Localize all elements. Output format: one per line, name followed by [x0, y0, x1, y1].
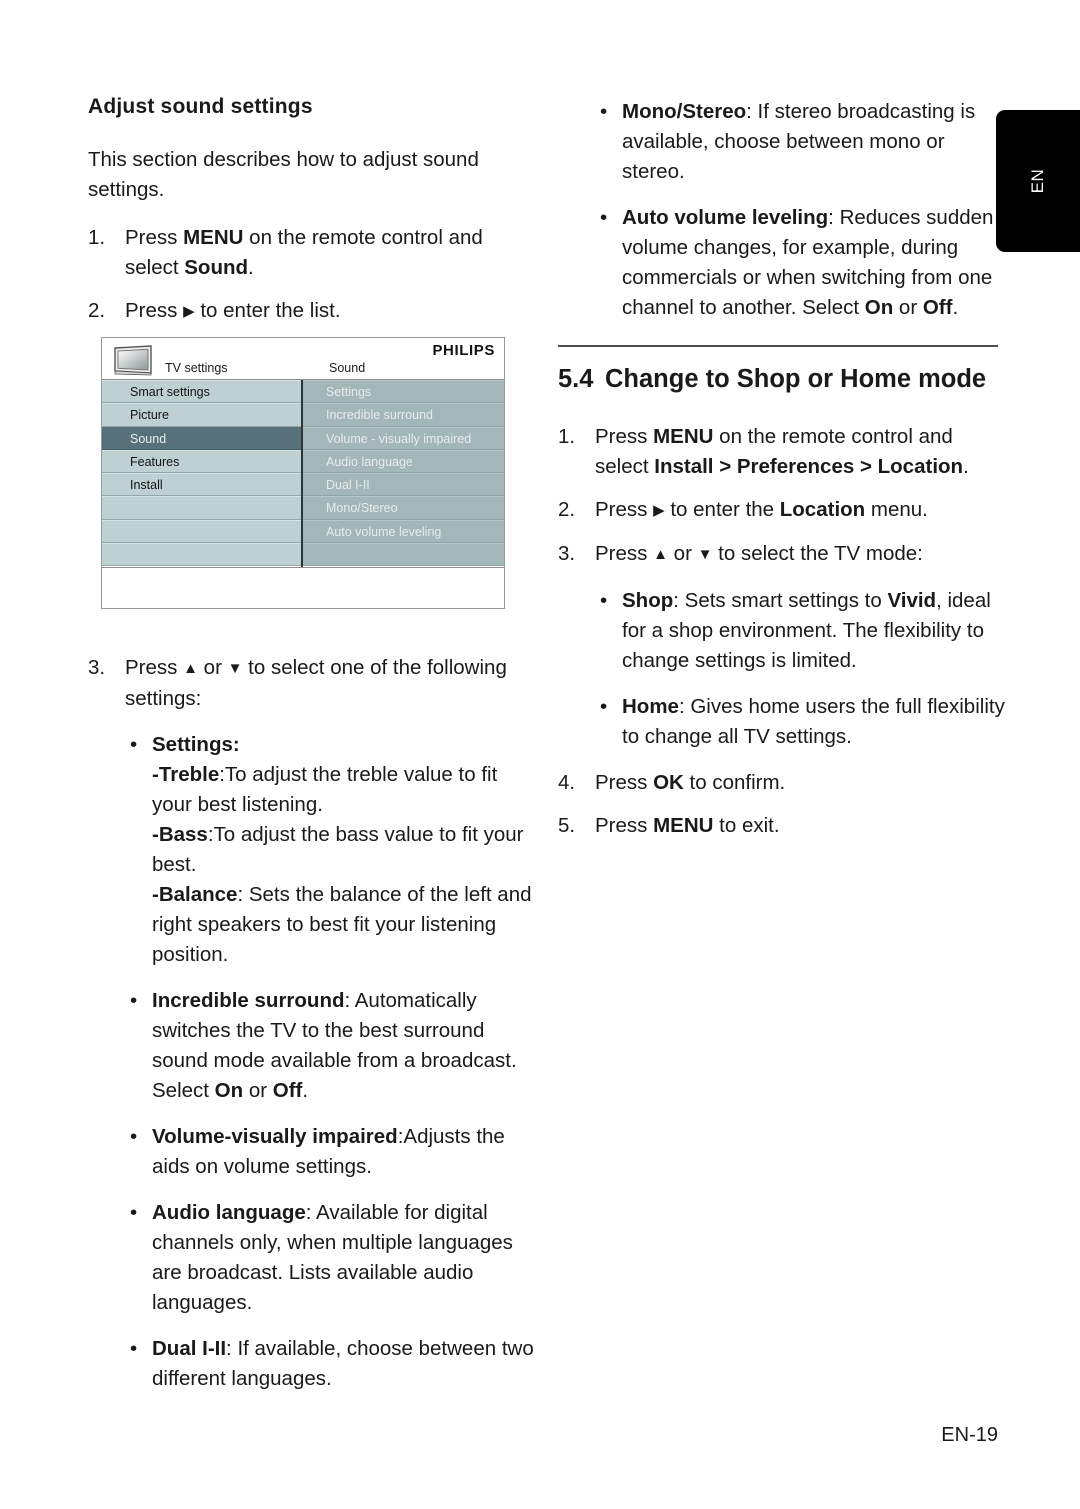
tv-menu-item-empty	[102, 543, 301, 567]
step-number: 1.	[88, 226, 106, 249]
tv-menu-item[interactable]: Auto volume leveling	[303, 519, 504, 544]
step-number: 5.	[558, 814, 576, 837]
step-text: Press OK to confirm.	[595, 771, 786, 794]
bullet-text: Shop: Sets smart settings to Vivid, idea…	[622, 589, 991, 672]
bullet-dual-i-ii: • Dual I-II: If available, choose between…	[128, 1334, 538, 1394]
tv-menu-column-headers: TV settings Sound	[102, 361, 504, 380]
step-text: Press ▶ to enter the Location menu.	[595, 498, 928, 521]
section-title: Change to Shop or Home mode	[605, 365, 987, 393]
sound-option-bullets: • Settings: -Treble:To adjust the treble v…	[88, 730, 538, 1394]
tv-menu-left-list: Smart settings Picture Sound Features Instal…	[102, 380, 303, 567]
bullet-volume-visually-impaired: • Volume-visually impaired:Adjusts the ai…	[128, 1122, 538, 1182]
section-heading: 5.4 Change to Shop or Home mode	[558, 363, 1008, 396]
bullet-text: Settings:	[152, 733, 240, 756]
tv-menu-item-empty	[102, 519, 301, 544]
bullet-text: Auto volume leveling: Reduces sudden vol…	[622, 206, 994, 319]
section-divider	[558, 345, 998, 347]
step-text: Press MENU to exit.	[595, 814, 780, 837]
philips-logo: PHILIPS	[432, 342, 495, 359]
bullet-settings: • Settings: -Treble:To adjust the treble v…	[128, 730, 538, 970]
bullet-dot-icon: •	[600, 695, 608, 718]
step-number: 2.	[88, 299, 106, 322]
bullet-dot-icon: •	[130, 1125, 138, 1148]
bullet-text: Audio language: Available for digital ch…	[152, 1201, 513, 1314]
tv-menu-item[interactable]: Incredible surround	[303, 403, 504, 427]
tv-menu-item[interactable]: Sound	[102, 426, 301, 450]
tv-menu-body: Smart settings Picture Sound Features Instal…	[102, 380, 504, 567]
step-number: 2.	[558, 498, 576, 521]
bullet-shop: • Shop: Sets smart settings to Vivid, ide…	[598, 586, 1008, 676]
bullet-text: Home: Gives home users the full flexibil…	[622, 695, 1005, 748]
sound-option-bullets-continued: • Mono/Stereo: If stereo broadcasting is …	[558, 97, 1008, 323]
step-item: 2. Press ▶ to enter the list.	[88, 296, 538, 327]
right-column: • Mono/Stereo: If stereo broadcasting is …	[558, 97, 1008, 854]
tv-mode-bullets: • Shop: Sets smart settings to Vivid, ide…	[558, 586, 1008, 752]
language-side-tab: EN	[996, 110, 1080, 252]
intro-paragraph: This section describes how to adjust sou…	[88, 148, 479, 201]
tv-menu-item[interactable]: Picture	[102, 403, 301, 427]
step-number: 4.	[558, 771, 576, 794]
left-column: Adjust sound settings This section descr…	[88, 95, 538, 1410]
tv-menu-item-empty	[102, 496, 301, 520]
step-text: Press MENU on the remote control and sel…	[595, 425, 969, 478]
step-item: 1. Press MENU on the remote control and …	[558, 422, 1008, 482]
location-steps-list: 1. Press MENU on the remote control and …	[558, 422, 1008, 570]
tv-menu-item[interactable]: Install	[102, 473, 301, 497]
bullet-dot-icon: •	[130, 1201, 138, 1224]
step-item: 5. Press MENU to exit.	[558, 811, 1008, 841]
step-text: Press ▶ to enter the list.	[125, 299, 341, 322]
sound-steps-list: 1. Press MENU on the remote control and …	[88, 223, 538, 327]
bullet-subline: -Treble:To adjust the treble value to fi…	[152, 763, 498, 816]
tv-menu-item[interactable]: Volume - visually impaired	[303, 426, 504, 450]
tv-menu-item[interactable]: Mono/Stereo	[303, 496, 504, 520]
tv-menu-right-list: Settings Incredible surround Volume - visu…	[303, 380, 504, 567]
step-item: 1. Press MENU on the remote control and …	[88, 223, 538, 283]
bullet-auto-volume-leveling: • Auto volume leveling: Reduces sudden vo…	[598, 203, 1008, 323]
step-text: Press ▲ or ▼ to select the TV mode:	[595, 542, 923, 565]
bullet-subline: -Balance: Sets the balance of the left a…	[152, 883, 532, 966]
bullet-text: Dual I-II: If available, choose between …	[152, 1337, 534, 1390]
step-text: Press ▲ or ▼ to select one of the follow…	[125, 656, 507, 710]
sound-header: Sound	[329, 361, 366, 375]
section-number: 5.4	[558, 365, 594, 393]
bullet-dot-icon: •	[130, 733, 138, 756]
step-number: 3.	[558, 542, 576, 565]
tv-menu-footer-strip	[102, 567, 504, 607]
tv-menu-item[interactable]: Features	[102, 449, 301, 474]
bullet-dot-icon: •	[600, 589, 608, 612]
step-text: Press MENU on the remote control and sel…	[125, 226, 483, 279]
bullet-audio-language: • Audio language: Available for digital c…	[128, 1198, 538, 1318]
tv-menu-item[interactable]: Audio language	[303, 449, 504, 474]
bullet-dot-icon: •	[600, 100, 608, 123]
tv-settings-header: TV settings	[165, 361, 228, 375]
bullet-text: Incredible surround: Automatically switc…	[152, 989, 517, 1102]
tv-menu-item[interactable]: Settings	[303, 380, 504, 404]
bullet-text: Volume-visually impaired:Adjusts the aid…	[152, 1125, 505, 1178]
step-item: 3. Press ▲ or ▼ to select one of the fol…	[88, 653, 538, 714]
bullet-dot-icon: •	[130, 989, 138, 1012]
tv-menu-screenshot: PHILIPS TV settings Sound Smart settings…	[101, 337, 505, 609]
step-number: 3.	[88, 656, 106, 679]
tv-menu-item[interactable]: Smart settings	[102, 380, 301, 404]
bullet-mono-stereo: • Mono/Stereo: If stereo broadcasting is …	[598, 97, 1008, 187]
step-item: 4. Press OK to confirm.	[558, 768, 1008, 798]
bullet-dot-icon: •	[600, 206, 608, 229]
step-item: 2. Press ▶ to enter the Location menu.	[558, 495, 1008, 526]
bullet-dot-icon: •	[130, 1337, 138, 1360]
step-number: 1.	[558, 425, 576, 448]
step-item: 3. Press ▲ or ▼ to select the TV mode:	[558, 539, 1008, 570]
tv-menu-item-empty	[303, 543, 504, 567]
location-steps-list-continued: 4. Press OK to confirm. 5. Press MENU to…	[558, 768, 1008, 841]
sound-settings-detail: 3. Press ▲ or ▼ to select one of the fol…	[88, 653, 538, 1394]
language-side-tab-label: EN	[1028, 168, 1047, 194]
page-title: Adjust sound settings	[88, 95, 313, 118]
bullet-subline: -Bass:To adjust the bass value to fit yo…	[152, 823, 524, 876]
tv-menu-header: PHILIPS TV settings Sound	[102, 338, 504, 380]
bullet-text: Mono/Stereo: If stereo broadcasting is a…	[622, 100, 976, 183]
page-footer: EN-19	[0, 1424, 998, 1447]
page-number: EN-19	[941, 1424, 998, 1446]
bullet-home: • Home: Gives home users the full flexibi…	[598, 692, 1008, 752]
bullet-incredible-surround: • Incredible surround: Automatically swit…	[128, 986, 538, 1106]
tv-menu-item[interactable]: Dual I-II	[303, 473, 504, 497]
